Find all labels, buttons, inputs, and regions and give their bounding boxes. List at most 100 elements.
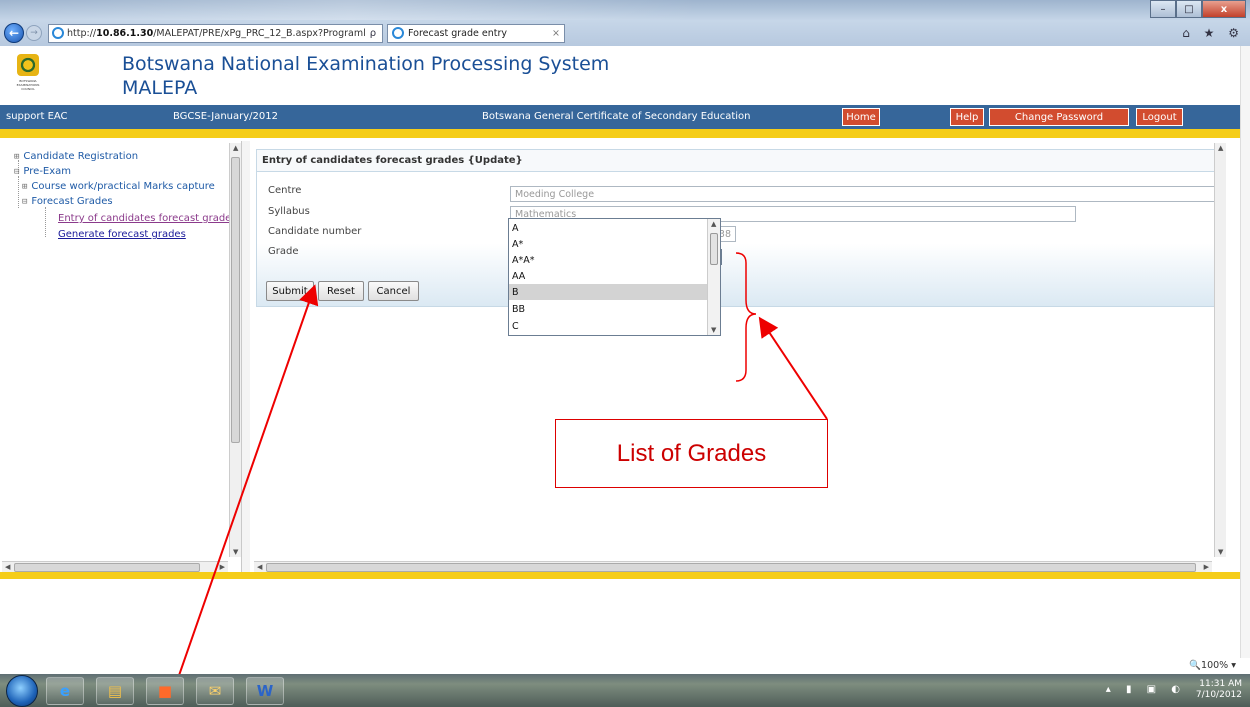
qualification-label: Botswana General Certificate of Secondar… <box>482 111 751 122</box>
tree-item-label: Forecast Grades <box>31 196 113 207</box>
scroll-up-icon[interactable]: ▲ <box>1218 144 1223 152</box>
scroll-right-icon[interactable]: ▶ <box>1204 563 1209 571</box>
main-vertical-scrollbar[interactable]: ▲ ▼ <box>1214 143 1226 557</box>
url-path: /MALEPAT/PRE/xPg_PRC_12_B.aspx?Programl <box>153 27 366 39</box>
scroll-left-icon[interactable]: ◀ <box>257 563 262 571</box>
main-pane: Entry of candidates forecast grades {Upd… <box>252 141 1228 574</box>
browser-titlebar: – □ x ← → http://10.86.1.30/MALEPAT/PRE/… <box>0 0 1250 46</box>
windows-taskbar: e ▤ ■ ✉ W ▴ ▮ ▣ ◐ 11:31 AM 7/10/2012 <box>0 674 1250 707</box>
collapse-icon[interactable]: ⊟ <box>22 197 27 207</box>
clock-time: 11:31 AM <box>1199 679 1242 689</box>
grade-option[interactable]: BB <box>509 301 707 317</box>
scroll-down-icon[interactable]: ▼ <box>711 326 716 334</box>
zoom-status[interactable]: 🔍100% ▾ <box>1189 660 1236 671</box>
main-hscroll-thumb[interactable] <box>266 563 1196 572</box>
zoom-level: 100% <box>1201 660 1229 671</box>
close-window-button[interactable]: x <box>1202 0 1246 18</box>
forecast-grade-form: Entry of candidates forecast grades {Upd… <box>256 149 1226 307</box>
explorer-icon[interactable]: ▤ <box>96 677 134 705</box>
app-title-line1: Botswana National Examination Processing… <box>122 53 610 75</box>
app-title-line2: MALEPA <box>122 77 198 99</box>
tree-vertical-scrollbar[interactable]: ▲ ▼ <box>229 143 241 557</box>
reset-button[interactable]: Reset <box>318 281 364 301</box>
grade-option[interactable]: A* <box>509 236 707 252</box>
word-icon[interactable]: W <box>246 677 284 705</box>
start-button[interactable] <box>6 675 38 707</box>
expand-icon[interactable]: ⊞ <box>14 152 19 162</box>
expand-icon[interactable]: ⊞ <box>22 182 27 192</box>
grade-label: Grade <box>268 246 299 257</box>
grade-list-scroll-thumb[interactable] <box>710 233 718 265</box>
tree-item-label: Pre-Exam <box>23 166 72 177</box>
titlebar-glow <box>0 0 700 20</box>
scroll-up-icon[interactable]: ▲ <box>233 144 238 152</box>
grade-option[interactable]: A*A* <box>509 252 707 268</box>
tab-close-icon[interactable]: × <box>552 28 560 39</box>
session-label: BGCSE-January/2012 <box>173 111 278 122</box>
scroll-right-icon[interactable]: ▶ <box>220 563 225 571</box>
logo-caption: BOTSWANA EXAMINATIONS COUNCIL <box>16 79 40 91</box>
tree-link-generate-forecast-grades[interactable]: Generate forecast grades <box>58 229 186 240</box>
minimize-button[interactable]: – <box>1150 0 1176 18</box>
candidate-number-label: Candidate number <box>268 226 362 237</box>
scroll-left-icon[interactable]: ◀ <box>5 563 10 571</box>
tree-hscroll-thumb[interactable] <box>14 563 200 572</box>
zoom-icon: 🔍 <box>1189 660 1202 671</box>
web-page: BOTSWANA EXAMINATIONS COUNCIL Botswana N… <box>0 46 1250 658</box>
bec-logo: BOTSWANA EXAMINATIONS COUNCIL <box>14 54 42 94</box>
list-of-grades-callout: List of Grades <box>555 419 828 488</box>
address-bar-icons[interactable]: ρ ▾ ▣ C ✕ <box>370 28 382 39</box>
logout-button[interactable]: Logout <box>1136 108 1183 126</box>
page-vertical-scrollbar[interactable] <box>1240 46 1250 658</box>
forward-button[interactable]: → <box>26 25 42 41</box>
navigation-tree-pane: ⊞ Candidate Registration ⊟ Pre-Exam ⊞ Cours… <box>0 141 242 574</box>
tree-connector <box>18 176 19 208</box>
ie-icon[interactable]: e <box>46 677 84 705</box>
form-heading: Entry of candidates forecast grades {Upd… <box>257 150 1225 172</box>
clock-date: 7/10/2012 <box>1195 690 1242 700</box>
outlook-icon[interactable]: ✉ <box>196 677 234 705</box>
tree-link-entry-forecast-grades[interactable]: Entry of candidates forecast grades <box>58 213 237 224</box>
scroll-up-icon[interactable]: ▲ <box>711 220 716 228</box>
maximize-button[interactable]: □ <box>1176 0 1202 18</box>
scroll-down-icon[interactable]: ▼ <box>233 548 238 556</box>
tab-title: Forecast grade entry <box>408 27 507 39</box>
system-tray-icons[interactable]: ▴ ▮ ▣ ◐ <box>1106 684 1186 695</box>
grade-option[interactable]: AA <box>509 268 707 284</box>
scroll-down-icon[interactable]: ▼ <box>1218 548 1223 556</box>
grade-option[interactable]: C <box>509 318 707 334</box>
browser-tools-icons[interactable]: ⌂ ★ ⚙ <box>1182 26 1244 40</box>
browser-tab[interactable]: Forecast grade entry × <box>387 23 565 43</box>
centre-label: Centre <box>268 185 302 196</box>
address-bar[interactable]: http://10.86.1.30/MALEPAT/PRE/xPg_PRC_12… <box>48 23 383 43</box>
clock[interactable]: 11:31 AM 7/10/2012 <box>1196 679 1242 701</box>
nav-bar: support EAC BGCSE-January/2012 Botswana … <box>0 105 1240 129</box>
grade-option-selected[interactable]: B <box>509 284 707 300</box>
tree-item-candidate-registration[interactable]: ⊞ Candidate Registration <box>14 151 138 162</box>
home-button[interactable]: Home <box>842 108 880 126</box>
grade-list-scrollbar[interactable]: ▲ ▼ <box>707 219 720 335</box>
tree-item-label: Course work/practical Marks capture <box>31 181 215 192</box>
url-host: 10.86.1.30 <box>96 27 154 39</box>
app-title: Botswana National Examination Processing… <box>122 52 609 100</box>
back-button[interactable]: ← <box>4 23 24 43</box>
tree-item-forecast-grades[interactable]: ⊟ Forecast Grades <box>22 196 113 207</box>
change-password-button[interactable]: Change Password <box>989 108 1129 126</box>
tree-item-course-work[interactable]: ⊞ Course work/practical Marks capture <box>22 181 215 192</box>
help-button[interactable]: Help <box>950 108 984 126</box>
centre-field[interactable]: Moeding College <box>510 186 1216 202</box>
submit-button[interactable]: Submit <box>266 281 314 301</box>
user-label: support EAC <box>6 111 68 122</box>
office-icon[interactable]: ■ <box>146 677 184 705</box>
grade-option[interactable]: A <box>509 220 707 236</box>
grade-options-list[interactable]: A A* A*A* AA B BB C ▲ ▼ <box>508 218 721 336</box>
tab-ie-icon <box>392 27 404 39</box>
pane-splitter[interactable] <box>242 141 250 574</box>
window-controls: – □ x <box>1150 0 1246 18</box>
browser-nav-row: ← → http://10.86.1.30/MALEPAT/PRE/xPg_PR… <box>4 22 565 44</box>
tree-item-pre-exam[interactable]: ⊟ Pre-Exam <box>14 166 71 177</box>
bec-emblem-icon <box>17 54 39 76</box>
cancel-button[interactable]: Cancel <box>368 281 419 301</box>
tree-connector <box>45 207 46 237</box>
tree-scroll-thumb[interactable] <box>231 157 240 443</box>
